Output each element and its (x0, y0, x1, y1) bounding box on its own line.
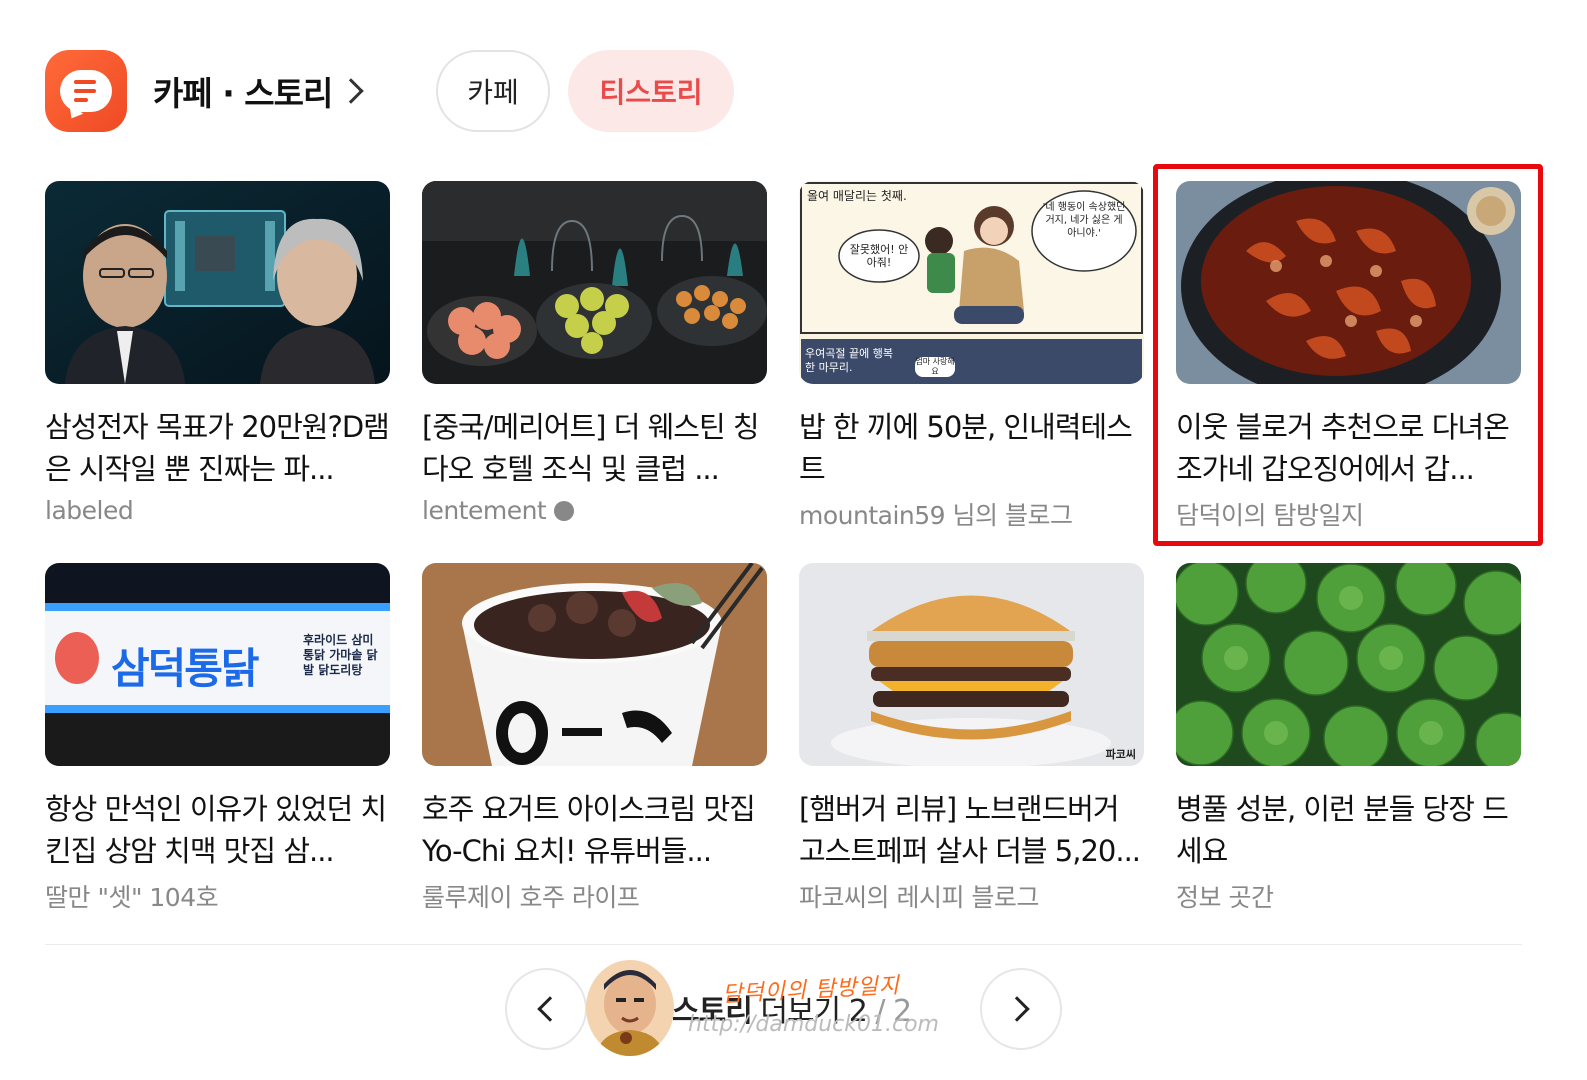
comic-caption-top: 올여 매달리는 첫째. (807, 189, 907, 203)
card-source: lentement (422, 496, 767, 525)
thumbnail-image[interactable]: 올여 매달리는 첫째. 잘못했어! 안아줘! '네 행동이 속상했던 거지, 네… (799, 181, 1144, 384)
story-card[interactable]: 삼성전자 목표가 20만원?D램은 시작일 뿐 진짜는 파... labeled (45, 181, 390, 525)
thumbnail-image[interactable] (422, 181, 767, 384)
sign-side-text: 후라이드 삼미통닭 가마솥 닭발 닭도리탕 (303, 633, 378, 677)
card-source: 룰루제이 호주 라이프 (422, 878, 767, 914)
source-name: lentement (422, 496, 547, 525)
card-source: 파코씨의 레시피 블로그 (799, 878, 1144, 914)
card-source: mountain59 님의 블로그 (799, 496, 1144, 532)
highlight-box (1153, 164, 1543, 546)
story-card[interactable]: 올여 매달리는 첫째. 잘못했어! 안아줘! '네 행동이 속상했던 거지, 네… (799, 181, 1144, 532)
card-source: labeled (45, 496, 390, 525)
tab-tistory[interactable]: 티스토리 (568, 50, 734, 132)
story-card[interactable]: 파코씨 [햄버거 리뷰] 노브랜드버거 고스트페퍼 살사 더블 5,20... … (799, 563, 1144, 914)
card-title[interactable]: [햄버거 리뷰] 노브랜드버거 고스트페퍼 살사 더블 5,20... (799, 788, 1144, 872)
chevron-left-icon (537, 996, 563, 1022)
source-name: 정보 곳간 (1176, 883, 1274, 912)
card-title[interactable]: 항상 만석인 이유가 있었던 치킨집 상암 치맥 맛집 삼... (45, 788, 390, 872)
thumbnail-image[interactable]: 파코씨 (799, 563, 1144, 766)
thumbnail-image[interactable] (1176, 563, 1521, 766)
tistory-section: 카페 · 스토리 카페 티스토리 삼성전자 목표가 20만원?D램은 시작일 뿐… (0, 0, 1587, 1080)
card-title[interactable]: 병풀 성분, 이런 분들 당장 드세요 (1176, 788, 1521, 872)
thumbnail-image[interactable] (422, 563, 767, 766)
section-header: 카페 · 스토리 (45, 48, 365, 134)
source-name: 파코씨의 레시피 블로그 (799, 883, 1039, 912)
tab-cafe[interactable]: 카페 (436, 50, 550, 132)
comic-small-bubble: 엄마 사랑해요 (915, 357, 955, 377)
comic-bubble-right: '네 행동이 속상했던 거지, 네가 싫은 게 아니야.' (1042, 202, 1126, 239)
chat-bubble-icon[interactable] (45, 50, 127, 132)
source-name: 룰루제이 호주 라이프 (422, 883, 640, 912)
section-title[interactable]: 카페 · 스토리 (153, 67, 333, 115)
smile-icon (554, 500, 575, 521)
story-card[interactable]: 호주 요거트 아이스크림 맛집 Yo-Chi 요치! 유튜버들... 룰루제이 … (422, 563, 767, 914)
burger-watermark: 파코씨 (1105, 748, 1136, 761)
card-title[interactable]: 밥 한 끼에 50분, 인내력테스트 (799, 406, 1144, 490)
story-card[interactable]: 병풀 성분, 이런 분들 당장 드세요 정보 곳간 (1176, 563, 1521, 914)
blogger-avatar (586, 960, 674, 1056)
source-name: labeled (45, 496, 134, 525)
thumbnail-image[interactable]: 삼덕통닭 후라이드 삼미통닭 가마솥 닭발 닭도리탕 (45, 563, 390, 766)
divider (45, 944, 1522, 945)
prev-page-button[interactable] (505, 968, 587, 1050)
comic-bubble-left: 잘못했어! 안아줘! (849, 243, 909, 269)
chevron-right-icon (1004, 996, 1030, 1022)
source-name: 딸만 "셋" 104호 (45, 883, 219, 912)
card-title[interactable]: 삼성전자 목표가 20만원?D램은 시작일 뿐 진짜는 파... (45, 406, 390, 490)
thumbnail-image[interactable] (45, 181, 390, 384)
next-page-button[interactable] (980, 968, 1062, 1050)
sign-main-text: 삼덕통닭 (111, 644, 260, 693)
card-title[interactable]: [중국/메리어트] 더 웨스틴 칭다오 호텔 조식 및 클럽 ... (422, 406, 767, 490)
story-card[interactable]: 삼덕통닭 후라이드 삼미통닭 가마솥 닭발 닭도리탕 항상 만석인 이유가 있었… (45, 563, 390, 914)
card-source: 정보 곳간 (1176, 878, 1521, 914)
source-name: mountain59 님의 블로그 (799, 501, 1073, 530)
card-title[interactable]: 호주 요거트 아이스크림 맛집 Yo-Chi 요치! 유튜버들... (422, 788, 767, 872)
card-source: 딸만 "셋" 104호 (45, 878, 390, 914)
chevron-right-icon[interactable] (338, 78, 365, 104)
watermark-url: http://damduck01.com (688, 1012, 939, 1037)
story-card[interactable]: [중국/메리어트] 더 웨스틴 칭다오 호텔 조식 및 클럽 ... lente… (422, 181, 767, 525)
comic-caption-bottom: 우여곡절 끝에 행복한 마무리. (805, 347, 893, 374)
